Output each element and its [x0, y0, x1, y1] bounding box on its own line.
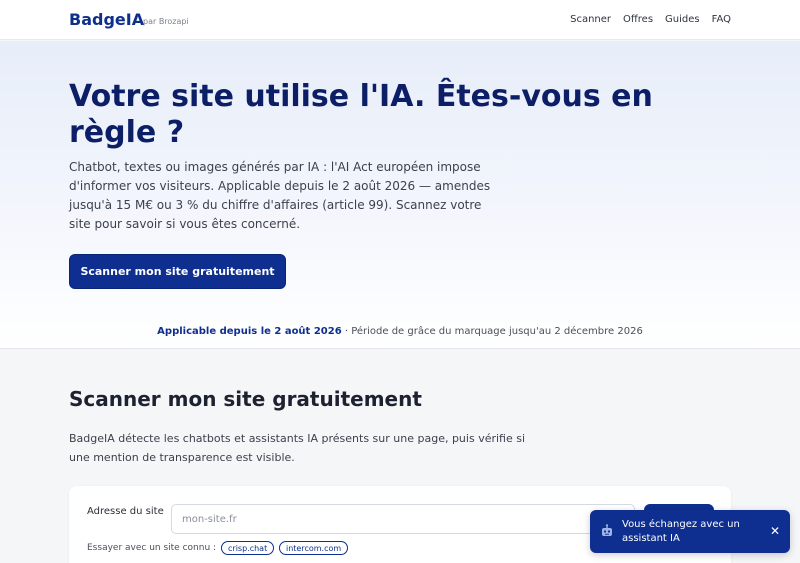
site-header: BadgeIA par Brozapi Scanner Offres Guide…	[0, 0, 800, 40]
site-address-input[interactable]	[171, 504, 635, 534]
toast-message: Vous échangez avec un assistant IA	[622, 519, 740, 544]
site-address-label: Adresse du site	[87, 506, 164, 517]
hero-section: Votre site utilise l'IA. Êtes-vous en rè…	[0, 41, 800, 349]
brand-subtitle: par Brozapi	[143, 17, 189, 26]
scan-cta-button[interactable]: Scanner mon site gratuitement	[69, 254, 286, 289]
close-icon[interactable]: ✕	[768, 524, 782, 538]
try-example-label: Essayer avec un site connu :	[87, 543, 217, 553]
example-chip-intercom[interactable]: intercom.com	[279, 541, 349, 555]
applicability-notice: Applicable depuis le 2 août 2026 · Pério…	[0, 326, 800, 337]
hero-description: Chatbot, textes ou images générés par IA…	[69, 160, 491, 231]
scanner-description: BadgeIA détecte les chatbots et assistan…	[69, 432, 526, 464]
notice-grace-period: · Période de grâce du marquage jusqu'au …	[341, 326, 643, 337]
nav-link-guides[interactable]: Guides	[665, 14, 700, 25]
nav-link-faq[interactable]: FAQ	[712, 14, 731, 25]
brand-logo[interactable]: BadgeIA	[69, 10, 144, 29]
nav-link-offres[interactable]: Offres	[623, 14, 653, 25]
notice-date: Applicable depuis le 2 août 2026	[157, 326, 342, 337]
scanner-title: Scanner mon site gratuitement	[69, 387, 422, 411]
nav-link-scanner[interactable]: Scanner	[570, 14, 611, 25]
ai-assistant-toast[interactable]: Vous échangez avec un assistant IA ✕	[590, 510, 790, 553]
hero-title: Votre site utilise l'IA. Êtes-vous en rè…	[69, 79, 653, 150]
robot-icon	[600, 524, 614, 538]
main-nav: Scanner Offres Guides FAQ	[570, 14, 731, 25]
example-chip-crisp[interactable]: crisp.chat	[221, 541, 275, 555]
